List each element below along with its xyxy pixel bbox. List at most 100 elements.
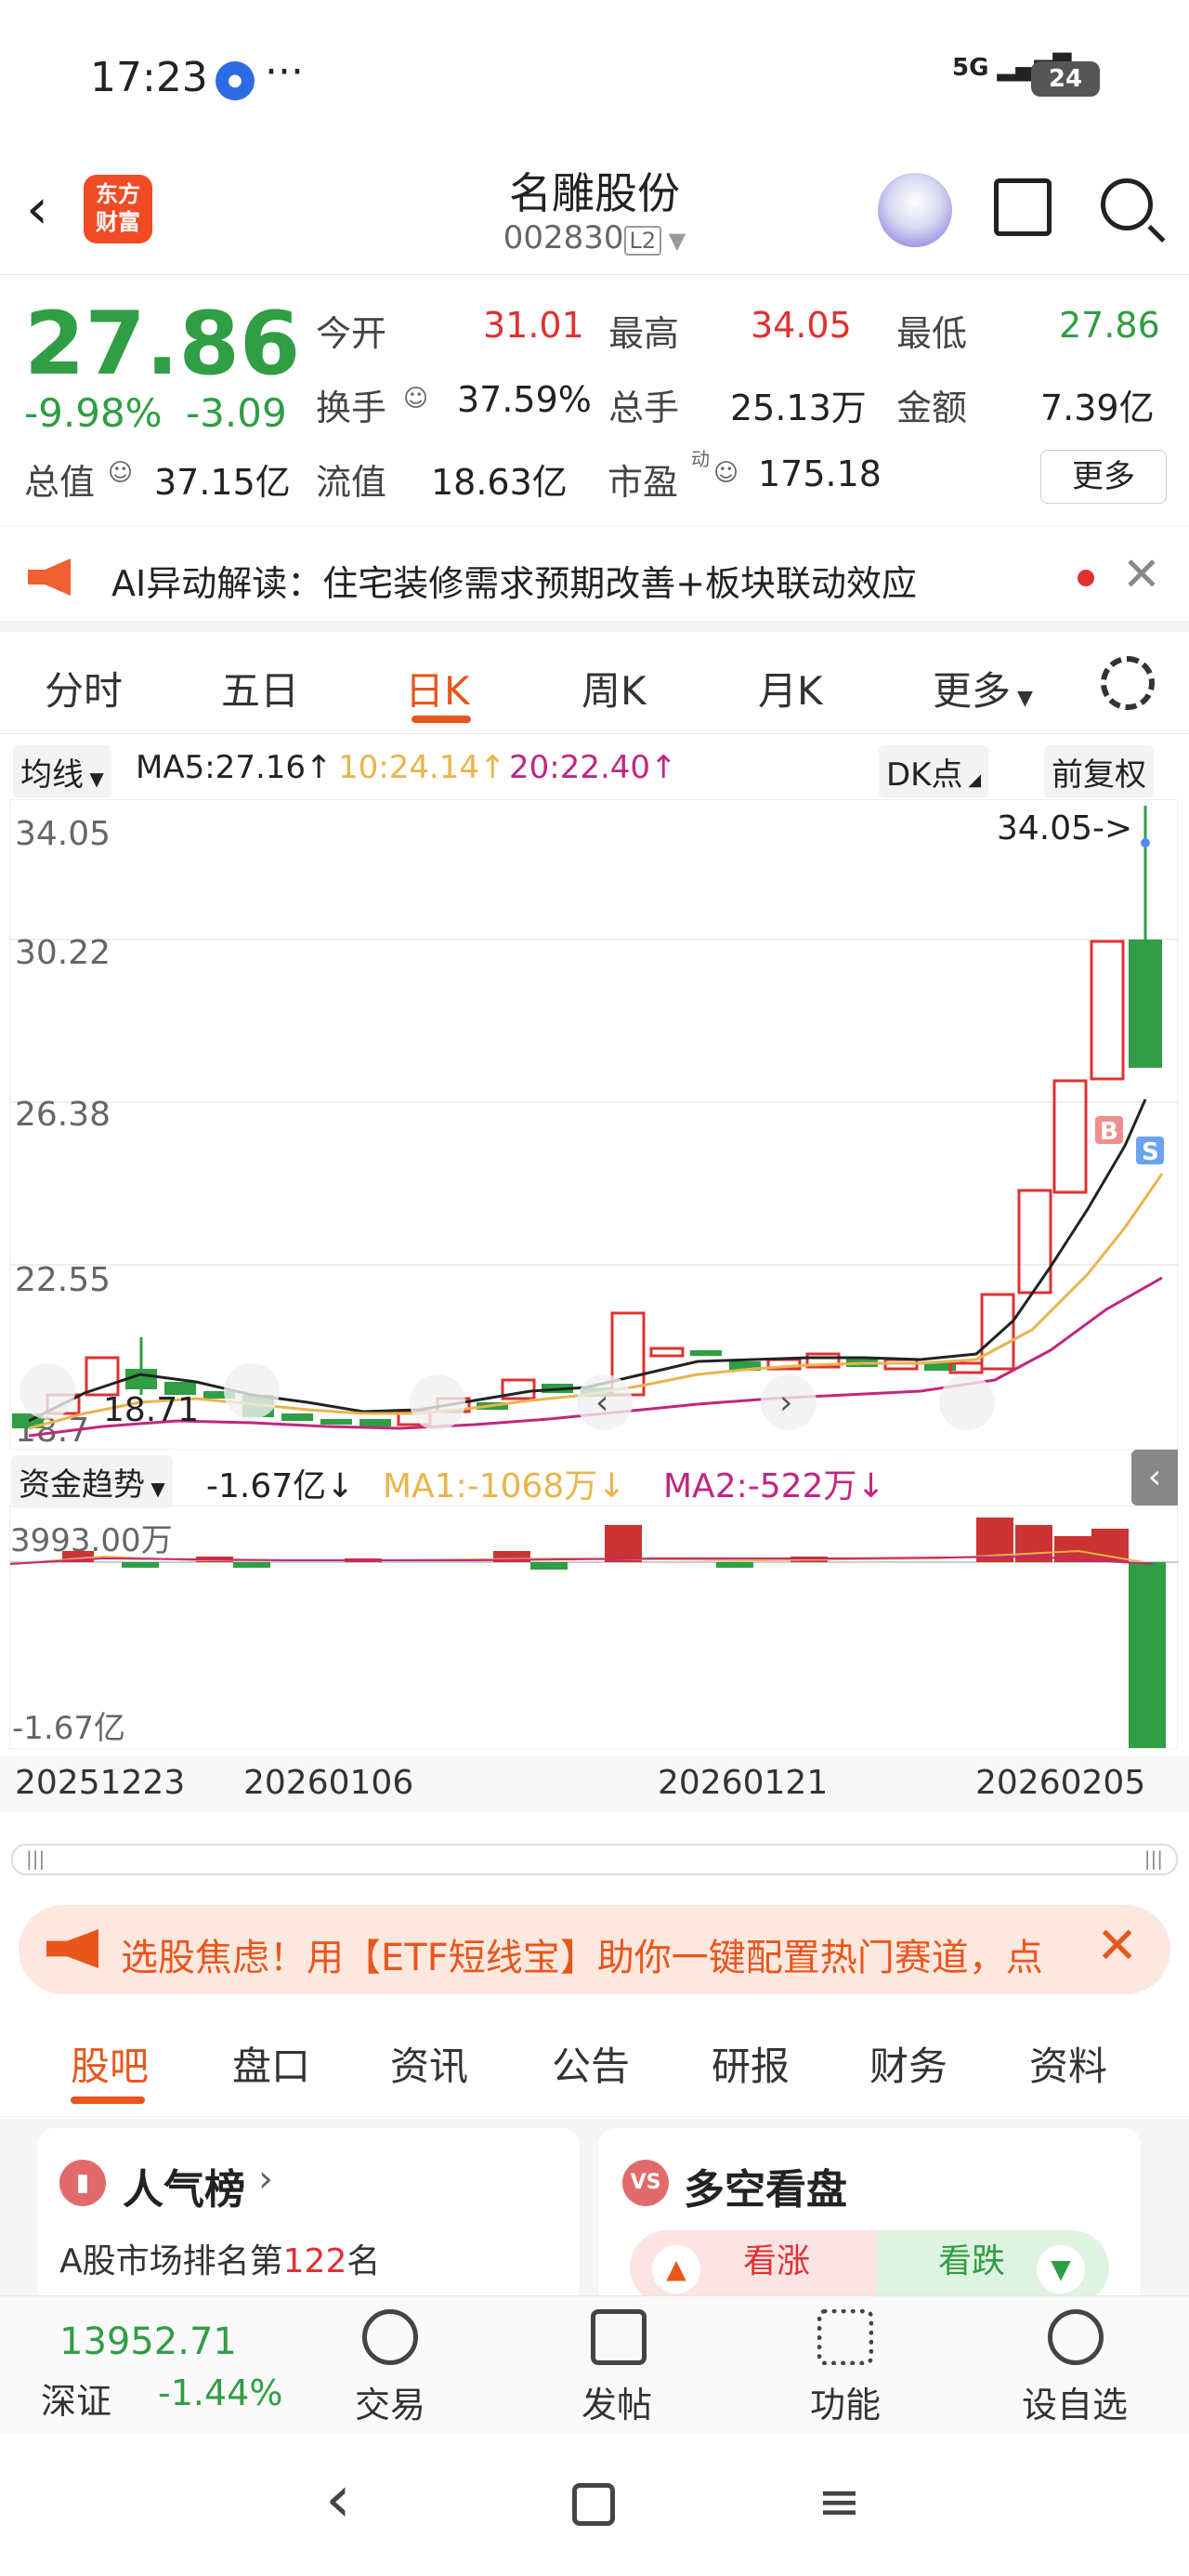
fund-ma2: MA2:-522万↓: [663, 1467, 885, 1505]
date-label: 20260205: [975, 1764, 1146, 1802]
index-change: -1.44%: [158, 2372, 283, 2413]
y-label: 22.55: [15, 1261, 111, 1299]
ai-banner-text: AI异动解读：住宅装修需求预期改善+板块联动效应: [111, 563, 918, 604]
low-label: 18.71: [103, 1391, 199, 1429]
date-label: 20260106: [243, 1764, 414, 1802]
tab-daily-k[interactable]: 日K: [405, 660, 470, 716]
content-tabs: 股吧 盘口 资讯 公告 研报 财务 资料: [0, 2015, 1189, 2117]
high-label: 34.05->: [997, 809, 1132, 848]
function-label[interactable]: 功能: [810, 2376, 881, 2427]
kline-chart[interactable]: 34.05 30.22 26.38 22.55 18.7 34.05-> 18.…: [9, 799, 1179, 1450]
close-icon[interactable]: ✕: [1122, 547, 1161, 601]
back-icon[interactable]: ‹: [26, 177, 48, 242]
change-percent: -9.98%: [24, 390, 163, 436]
tab-finance[interactable]: 财务: [869, 2035, 947, 2092]
scroll-handle-right[interactable]: |||: [1144, 1847, 1163, 1870]
battery-icon: 24: [1031, 61, 1100, 97]
chevron-right-icon: ›: [258, 2158, 273, 2201]
share-icon[interactable]: [994, 178, 1052, 236]
megaphone-icon: [46, 1929, 98, 1968]
close-icon[interactable]: ✕: [1096, 1916, 1138, 1975]
speaker-icon: [28, 559, 71, 596]
adjust-button[interactable]: 前复权: [1044, 745, 1154, 798]
promo-text: 选股焦虑！用【ETF短线宝】助你一键配置热门赛道，点: [121, 1937, 1043, 1979]
fund-trend-selector[interactable]: 资金趋势 ▼: [11, 1455, 173, 1508]
system-nav-bar: ‹ ≡: [0, 2435, 1189, 2576]
add-watchlist-label[interactable]: 设自选: [1022, 2376, 1128, 2427]
stock-header: ‹ 东方 财富 名雕股份 002830 L2 ▼: [0, 158, 1189, 275]
gear-icon[interactable]: [1101, 656, 1155, 710]
chart-icon: ▮: [59, 2160, 106, 2206]
nav-back-icon[interactable]: ‹: [325, 2461, 351, 2537]
post-icon[interactable]: [591, 2309, 647, 2365]
fund-ma1: MA1:-1068万↓: [383, 1467, 626, 1505]
svg-text:›: ›: [779, 1384, 792, 1422]
kline-svg: 34.05 30.22 26.38 22.55 18.7 34.05-> 18.…: [10, 806, 1179, 1450]
stock-code[interactable]: 002830 L2 ▼: [409, 219, 780, 256]
tab-monthly-k[interactable]: 月K: [758, 660, 823, 716]
fund-flow-value: -1.67亿↓: [206, 1467, 355, 1505]
ai-banner[interactable]: AI异动解读：住宅装修需求预期改善+板块联动效应 ✕: [0, 526, 1189, 632]
tab-five-day[interactable]: 五日: [221, 660, 299, 716]
cards-row: ▮ 人气榜 › A股市场排名第122名 VS 多空看盘 看涨 ▲ 看跌 ▼: [0, 2119, 1189, 2305]
scroll-handle-left[interactable]: |||: [26, 1847, 45, 1870]
arrow-up-icon: ▲: [652, 2245, 700, 2293]
tab-announcement[interactable]: 公告: [552, 2035, 630, 2092]
last-price: 27.86: [24, 294, 301, 395]
ma20-value: 20:22.40↑: [509, 749, 677, 786]
post-label[interactable]: 发帖: [581, 2376, 652, 2427]
status-time: 17:23: [90, 54, 208, 101]
ma-legend: 均线 ▼ MA5:27.16↑ 10:24.14↑ 20:22.40↑ DK点 …: [0, 742, 1189, 798]
stock-name: 名雕股份: [509, 168, 680, 218]
buy-marker: B: [1100, 1118, 1118, 1146]
ma5-value: MA5:27.16↑: [136, 749, 333, 786]
nav-home-icon[interactable]: [572, 2483, 615, 2526]
change-amount: -3.09: [186, 390, 287, 436]
add-watchlist-icon[interactable]: [1048, 2309, 1104, 2365]
promo-banner[interactable]: 选股焦虑！用【ETF短线宝】助你一键配置热门赛道，点 ✕: [19, 1905, 1170, 1994]
fund-bottom-label: -1.67亿: [12, 1710, 125, 1747]
tab-guba[interactable]: 股吧: [71, 2035, 149, 2092]
bull-button[interactable]: 看涨 ▲: [630, 2230, 877, 2305]
arrow-down-icon: ▼: [1037, 2245, 1085, 2293]
fund-flow-svg: 3993.00万 -1.67亿: [9, 1518, 1179, 1748]
chart-scrollbar[interactable]: ||| |||: [11, 1844, 1178, 1875]
search-icon[interactable]: [1101, 178, 1153, 230]
vs-icon: VS: [622, 2160, 669, 2206]
tab-pankou[interactable]: 盘口: [232, 2035, 310, 2092]
date-label: 20251223: [15, 1764, 186, 1802]
trade-label[interactable]: 交易: [355, 2376, 425, 2427]
more-button[interactable]: 更多: [1040, 450, 1167, 504]
duokong-title: 多空看盘: [684, 2166, 847, 2214]
tab-intraday[interactable]: 分时: [45, 660, 123, 716]
tab-profile[interactable]: 资料: [1029, 2035, 1107, 2092]
baidu-icon: ●: [216, 61, 255, 100]
collapse-handle[interactable]: ‹: [1131, 1450, 1178, 1505]
ai-assistant-icon[interactable]: [878, 173, 952, 247]
y-label: 30.22: [15, 934, 111, 972]
dk-point-button[interactable]: DK点 ◢: [879, 745, 989, 798]
indicator-selector[interactable]: 均线 ▼: [13, 745, 111, 798]
status-bar: 17:23 ● ··· 5G ▂▄▆█ 24: [0, 0, 1189, 158]
tab-research[interactable]: 研报: [712, 2035, 790, 2092]
popularity-title: 人气榜: [123, 2166, 245, 2214]
function-icon[interactable]: [817, 2309, 873, 2365]
index-value[interactable]: 13952.71: [59, 2320, 237, 2363]
tab-news[interactable]: 资讯: [390, 2035, 468, 2092]
tab-more[interactable]: 更多 ▼: [933, 660, 1033, 716]
sell-marker: S: [1142, 1138, 1159, 1166]
nav-menu-icon[interactable]: ≡: [817, 2472, 861, 2532]
date-axis: 20251223 20260106 20260121 20260205: [0, 1756, 1189, 1812]
tab-underline: [71, 2096, 145, 2104]
y-label: 34.05: [15, 815, 111, 853]
tab-underline: [412, 716, 471, 723]
tab-weekly-k[interactable]: 周K: [581, 660, 647, 716]
duokong-card[interactable]: VS 多空看盘 看涨 ▲ 看跌 ▼: [598, 2128, 1141, 2305]
bear-button[interactable]: 看跌 ▼: [877, 2230, 1109, 2305]
candles: [12, 806, 1162, 1428]
fund-flow-legend: 资金趋势 ▼ -1.67亿↓ MA1:-1068万↓ MA2:-522万↓ ‹: [0, 1450, 1189, 1508]
popularity-card[interactable]: ▮ 人气榜 › A股市场排名第122名: [37, 2128, 580, 2305]
trade-icon[interactable]: [362, 2309, 418, 2365]
fund-flow-chart[interactable]: 3993.00万 -1.67亿: [9, 1505, 1179, 1749]
index-name: 深证: [41, 2381, 112, 2422]
